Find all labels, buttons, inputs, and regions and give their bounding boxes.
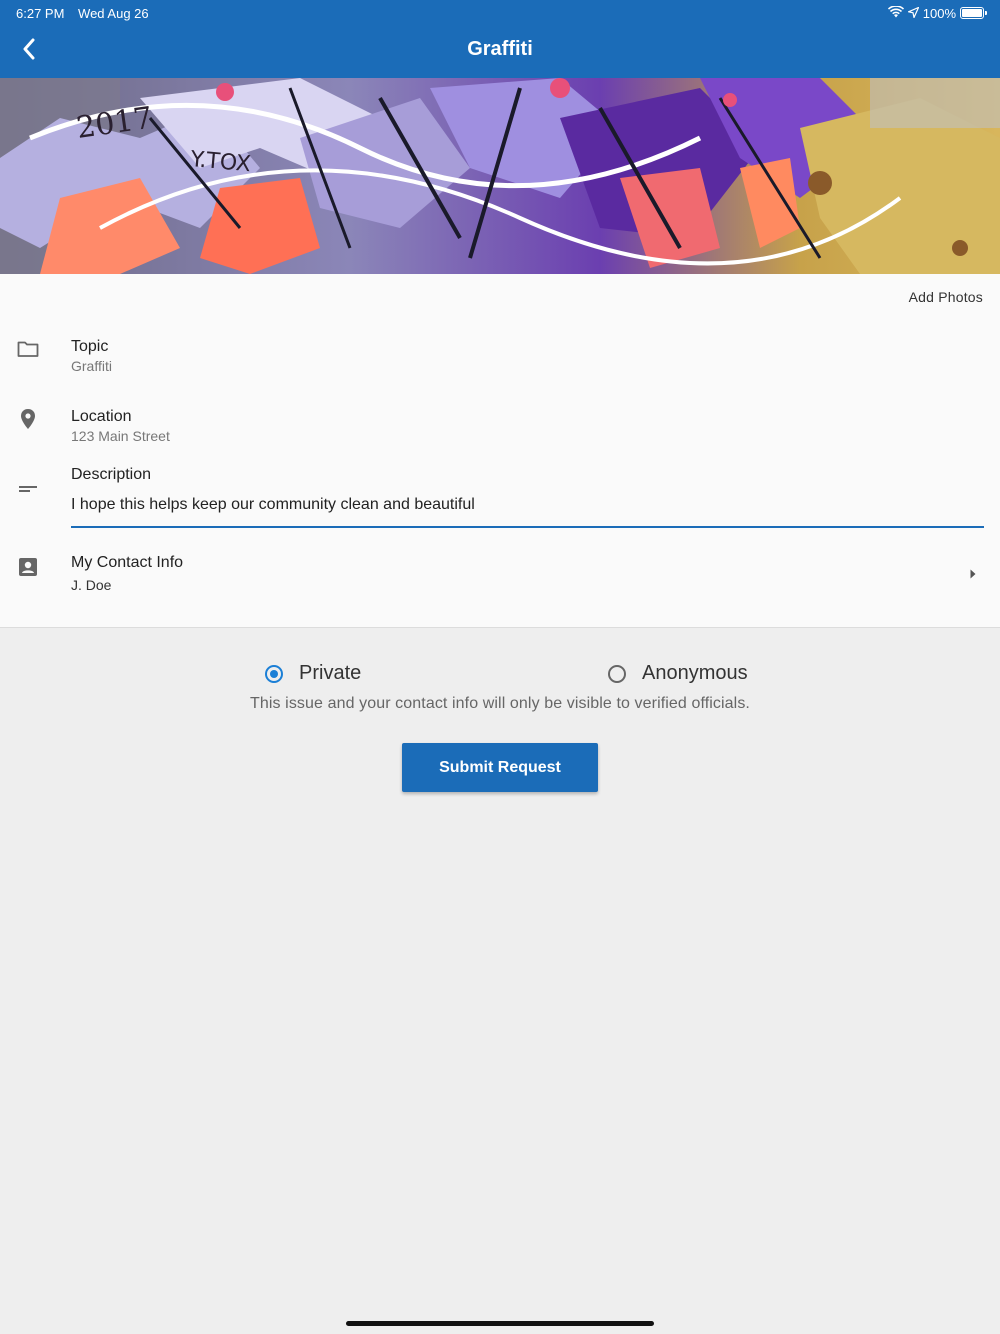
folder-icon [17, 338, 39, 360]
status-time: 6:27 PM [16, 5, 65, 21]
battery-icon [960, 7, 987, 19]
home-indicator[interactable] [346, 1321, 654, 1326]
radio-private-label: Private [299, 662, 362, 684]
page-title: Graffiti [467, 38, 533, 60]
topic-label: Topic [71, 338, 109, 355]
issue-photo[interactable]: 2017 Y.TOX [0, 78, 1000, 274]
chevron-right-icon [970, 566, 976, 584]
battery-percent: 100% [922, 5, 956, 21]
location-pin-icon [17, 408, 39, 430]
radio-anonymous[interactable]: Anonymous [608, 662, 748, 685]
add-photos-button[interactable]: Add Photos [909, 289, 983, 305]
contact-info-row[interactable]: My Contact Info J. Doe [0, 552, 1000, 600]
location-row[interactable]: Location 123 Main Street [0, 406, 1000, 450]
location-value: 123 Main Street [71, 428, 170, 444]
topic-row[interactable]: Topic Graffiti [0, 336, 1000, 380]
radio-anonymous-label: Anonymous [642, 662, 748, 684]
radio-private[interactable]: Private [265, 662, 361, 685]
description-input[interactable]: I hope this helps keep our community cle… [71, 496, 984, 528]
topic-value: Graffiti [71, 358, 112, 374]
contact-info-value: J. Doe [71, 577, 112, 593]
privacy-note: This issue and your contact info will on… [250, 695, 750, 712]
visibility-options: Private Anonymous [0, 660, 1000, 690]
contact-info-label: My Contact Info [71, 554, 184, 571]
submit-request-button[interactable]: Submit Request [402, 743, 598, 792]
location-arrow-icon [906, 5, 920, 21]
contact-card-icon [17, 556, 39, 578]
location-label: Location [71, 408, 132, 425]
status-date: Wed Aug 26 [78, 5, 149, 21]
navigation-bar: 6:27 PM Wed Aug 26 100% Graffiti [0, 0, 1000, 78]
graffiti-tag-text-2: Y.TOX [188, 147, 251, 177]
radio-unselected-icon [608, 664, 626, 683]
description-lines-icon [17, 478, 39, 500]
status-bar: 6:27 PM Wed Aug 26 100% [16, 4, 987, 22]
wifi-icon [887, 4, 904, 21]
description-label: Description [71, 466, 152, 483]
radio-selected-icon [265, 664, 283, 683]
request-form: Add Photos Topic Graffiti Location 123 M… [0, 274, 1000, 628]
